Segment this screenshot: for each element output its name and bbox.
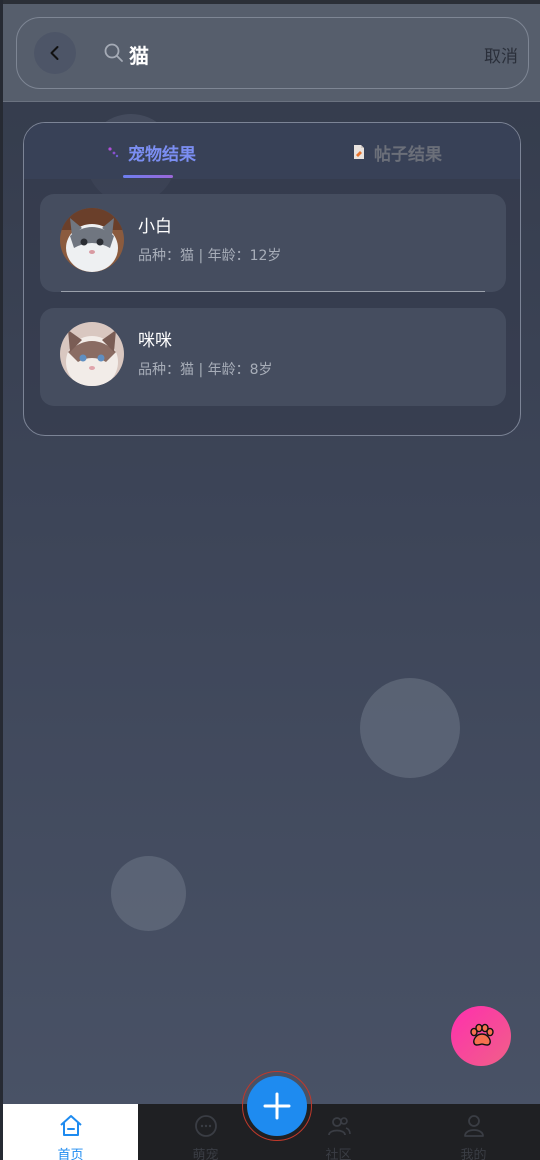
decor-bubble (360, 678, 460, 778)
paw-float-button[interactable] (451, 1006, 511, 1066)
add-button[interactable] (247, 1076, 307, 1136)
tab-post-results-label: 帖子结果 (374, 144, 442, 165)
nav-item-mine[interactable]: 我的 (406, 1104, 540, 1160)
pet-meta: 品种：猫 | 年龄：12岁 (138, 248, 282, 264)
results-card: 宠物结果 帖子结果 小白 品种：猫 | 年龄：12岁 咪咪 品种：猫 | 年龄：… (23, 122, 521, 436)
chat-bubble-icon (195, 1115, 217, 1137)
cat-photo-icon (60, 208, 124, 272)
active-tab-indicator (123, 175, 173, 178)
paw-icon (470, 1023, 494, 1046)
cat-photo-icon (60, 322, 124, 386)
nav-item-community-label: 社区 (325, 1148, 352, 1160)
home-icon (60, 1115, 82, 1136)
left-border (0, 0, 3, 1160)
pet-result-item[interactable]: 咪咪 品种：猫 | 年龄：8岁 (40, 308, 506, 406)
top-border (0, 0, 540, 4)
people-icon (328, 1117, 351, 1136)
search-icon (104, 43, 123, 62)
pet-name: 小白 (138, 217, 172, 237)
back-button[interactable] (34, 32, 76, 74)
tab-post-results[interactable]: 帖子结果 (350, 139, 442, 165)
document-icon (354, 145, 364, 159)
chevron-left-icon (50, 46, 59, 60)
search-bar: 猫 取消 (16, 17, 529, 89)
tab-pet-results[interactable]: 宠物结果 (104, 139, 196, 165)
result-tabs: 宠物结果 帖子结果 (24, 123, 520, 179)
pet-avatar (60, 208, 124, 272)
paw-sparkle-icon (108, 147, 119, 158)
pet-name: 咪咪 (138, 331, 172, 351)
nav-item-mine-label: 我的 (460, 1148, 487, 1160)
nav-item-home-label: 首页 (57, 1148, 84, 1160)
user-icon (464, 1115, 484, 1137)
nav-item-pets-label: 萌宠 (192, 1148, 219, 1160)
plus-icon (263, 1092, 291, 1120)
search-header: 猫 取消 (0, 4, 540, 102)
nav-item-home[interactable]: 首页 (3, 1104, 138, 1160)
decor-bubble (111, 856, 186, 931)
cancel-button[interactable]: 取消 (484, 42, 518, 67)
pet-result-item[interactable]: 小白 品种：猫 | 年龄：12岁 (40, 194, 506, 292)
pet-avatar (60, 322, 124, 386)
tab-pet-results-label: 宠物结果 (128, 144, 196, 165)
pet-meta: 品种：猫 | 年龄：8岁 (138, 362, 273, 378)
search-input[interactable]: 猫 (129, 40, 149, 69)
result-divider (61, 291, 485, 292)
